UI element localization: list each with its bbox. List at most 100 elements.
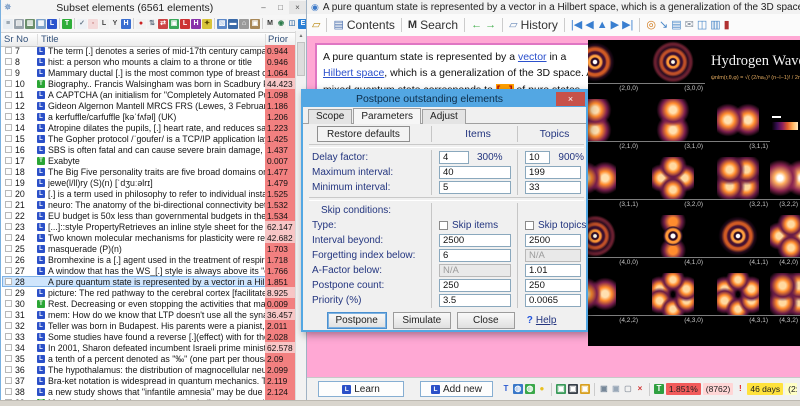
export-l-icon[interactable]: L <box>180 19 190 29</box>
tab-adjust[interactable]: Adjust <box>422 109 466 124</box>
table-row[interactable]: 15LThe Gopher protocol /ˈgoufer/ is a TC… <box>2 133 295 144</box>
skip-topics-checkbox[interactable] <box>525 221 534 230</box>
duplicate-icon[interactable]: ▣ <box>611 384 621 394</box>
row-checkbox[interactable] <box>2 300 15 307</box>
zoom-icon[interactable]: ◎ <box>646 20 656 31</box>
topics-input[interactable]: 2500 <box>525 234 581 247</box>
row-checkbox[interactable] <box>2 256 15 263</box>
dictionary-icon[interactable]: ▮ <box>724 20 730 31</box>
search-icon[interactable]: M <box>408 20 417 31</box>
items-input[interactable]: 4 <box>439 151 469 164</box>
add-new-button[interactable]: L Add new <box>420 381 493 397</box>
scrollbar-thumb[interactable] <box>297 42 305 76</box>
table-row[interactable]: 13La kerfuffle/carfuffle [kəˈfʌfəl] (UK)… <box>2 111 295 122</box>
table-row[interactable]: 35La tenth of a percent denoted as "‰" (… <box>2 353 295 364</box>
table-row[interactable]: 34LIn 2001, Sharon defeated incumbent Is… <box>2 342 295 353</box>
row-checkbox[interactable] <box>2 278 15 285</box>
table-row[interactable]: 18LThe Big Five personality traits are f… <box>2 166 295 177</box>
topics-input[interactable]: 199 <box>525 166 581 179</box>
goto-icon[interactable]: ↘ <box>659 20 668 31</box>
row-checkbox[interactable] <box>2 322 15 329</box>
mail-icon[interactable]: ✉ <box>685 20 694 31</box>
letter-h-icon[interactable]: H <box>121 19 131 29</box>
row-checkbox[interactable] <box>2 102 15 109</box>
priority-tool-icon[interactable]: T <box>654 384 664 394</box>
bullet-icon[interactable]: ● <box>136 19 146 29</box>
row-checkbox[interactable] <box>2 201 15 208</box>
table-row[interactable]: 14LAtropine dilates the pupils, [.] hear… <box>2 122 295 133</box>
star-icon[interactable]: ✦ <box>202 19 212 29</box>
check-filter-icon[interactable]: ✓ <box>77 19 87 29</box>
table-row[interactable]: 28A pure quantum state is represented by… <box>2 276 295 287</box>
prev-element-icon[interactable]: ◀ <box>585 20 593 31</box>
items-input[interactable]: 40 <box>439 166 511 179</box>
table-row[interactable]: 12LGideon Algernon Mantell MRCS FRS (Lew… <box>2 100 295 111</box>
restore-defaults-button[interactable]: Restore defaults <box>317 126 410 142</box>
print-icon[interactable]: ▥ <box>710 20 720 31</box>
postpone-button[interactable]: Postpone <box>327 312 387 329</box>
row-checkbox[interactable] <box>2 333 15 340</box>
import-icon[interactable]: ▣ <box>169 19 179 29</box>
simulate-button[interactable]: Simulate <box>393 312 451 329</box>
search-button[interactable]: Search <box>420 18 458 32</box>
table-row[interactable]: 29Lpicture: The red pathway to the cereb… <box>2 287 295 298</box>
forward-icon[interactable]: → <box>485 20 496 31</box>
column-header-prior[interactable]: Prior <box>265 34 295 45</box>
save-page-icon[interactable]: ◫ <box>697 20 707 31</box>
delete-icon[interactable]: × <box>635 384 645 394</box>
table-row[interactable]: 21Lneuro: The anatomy of the bi-directio… <box>2 199 295 210</box>
table-row[interactable]: 25Lmasquerade (P)(n)1.703 <box>2 243 295 254</box>
table-row[interactable]: 9LMammary ductal [.] is the most common … <box>2 67 295 78</box>
row-checkbox[interactable] <box>2 91 15 98</box>
history-icon[interactable]: ▱ <box>509 20 517 31</box>
window-icon[interactable]: ▤ <box>14 19 24 29</box>
table-row[interactable]: 26LBromhexine is a [.] agent used in the… <box>2 254 295 265</box>
items-input[interactable]: 5 <box>439 181 511 194</box>
items-input[interactable]: 2500 <box>439 234 511 247</box>
sort-icon[interactable]: ⇅ <box>147 19 157 29</box>
alert-icon[interactable]: ! <box>735 384 745 394</box>
row-checkbox[interactable] <box>2 311 15 318</box>
row-checkbox[interactable] <box>2 267 15 274</box>
item-icon[interactable]: L <box>47 19 57 29</box>
table-row[interactable]: 38La new study shows that "infantile amn… <box>2 386 295 397</box>
contents-button[interactable]: Contents <box>347 18 395 32</box>
table-row[interactable]: 27LA window that has the WS_[.] style is… <box>2 265 295 276</box>
history-button[interactable]: History <box>521 18 558 32</box>
tab-parameters[interactable]: Parameters <box>353 108 421 124</box>
image-icon[interactable]: ▣ <box>556 384 566 394</box>
learn-button[interactable]: L Learn <box>318 381 404 397</box>
row-checkbox[interactable] <box>2 212 15 219</box>
table-row[interactable]: 17TExabyte0.007 <box>2 155 295 166</box>
row-checkbox[interactable] <box>2 146 15 153</box>
row-checkbox[interactable] <box>2 47 15 54</box>
globe-green-icon[interactable]: ◍ <box>525 384 535 394</box>
grid-icon[interactable]: ▦ <box>36 19 46 29</box>
menu-icon[interactable]: ≡ <box>3 19 13 29</box>
eye-icon[interactable]: ◉ <box>276 19 286 29</box>
items-input[interactable]: 3.5 <box>439 294 511 307</box>
topics-input[interactable]: 250 <box>525 279 581 292</box>
row-checkbox[interactable] <box>2 179 15 186</box>
table-row[interactable]: 31Lmem: How do we know that LTP doesn't … <box>2 309 295 320</box>
items-input[interactable]: N/A <box>439 264 511 277</box>
back-icon[interactable]: ← <box>471 20 482 31</box>
tab-scope[interactable]: Scope <box>308 109 352 124</box>
close-button[interactable]: Close <box>457 312 515 329</box>
vector-link[interactable]: vector <box>518 51 547 63</box>
building-icon[interactable]: ⌂ <box>239 19 249 29</box>
row-checkbox[interactable] <box>2 245 15 252</box>
next-element-icon[interactable]: ▶ <box>611 20 619 31</box>
table-row[interactable]: 33LSome studies have found a reverse [.]… <box>2 331 295 342</box>
table-row[interactable]: 22LEU budget is 50x less than government… <box>2 210 295 221</box>
letter-y-icon[interactable]: Y <box>110 19 120 29</box>
minimize-button[interactable]: – <box>255 1 272 14</box>
topics-input[interactable]: 0.0065 <box>525 294 581 307</box>
web-globe-icon[interactable]: ◍ <box>513 384 523 394</box>
row-checkbox[interactable] <box>2 80 15 87</box>
topics-input[interactable]: 10 <box>525 151 550 164</box>
hilbert-space-link[interactable]: Hilbert space <box>323 67 384 79</box>
row-checkbox[interactable] <box>2 135 15 142</box>
text-tool-icon[interactable]: T <box>501 384 511 394</box>
table-row[interactable]: 20L[.] is a term used in philosophy to r… <box>2 188 295 199</box>
